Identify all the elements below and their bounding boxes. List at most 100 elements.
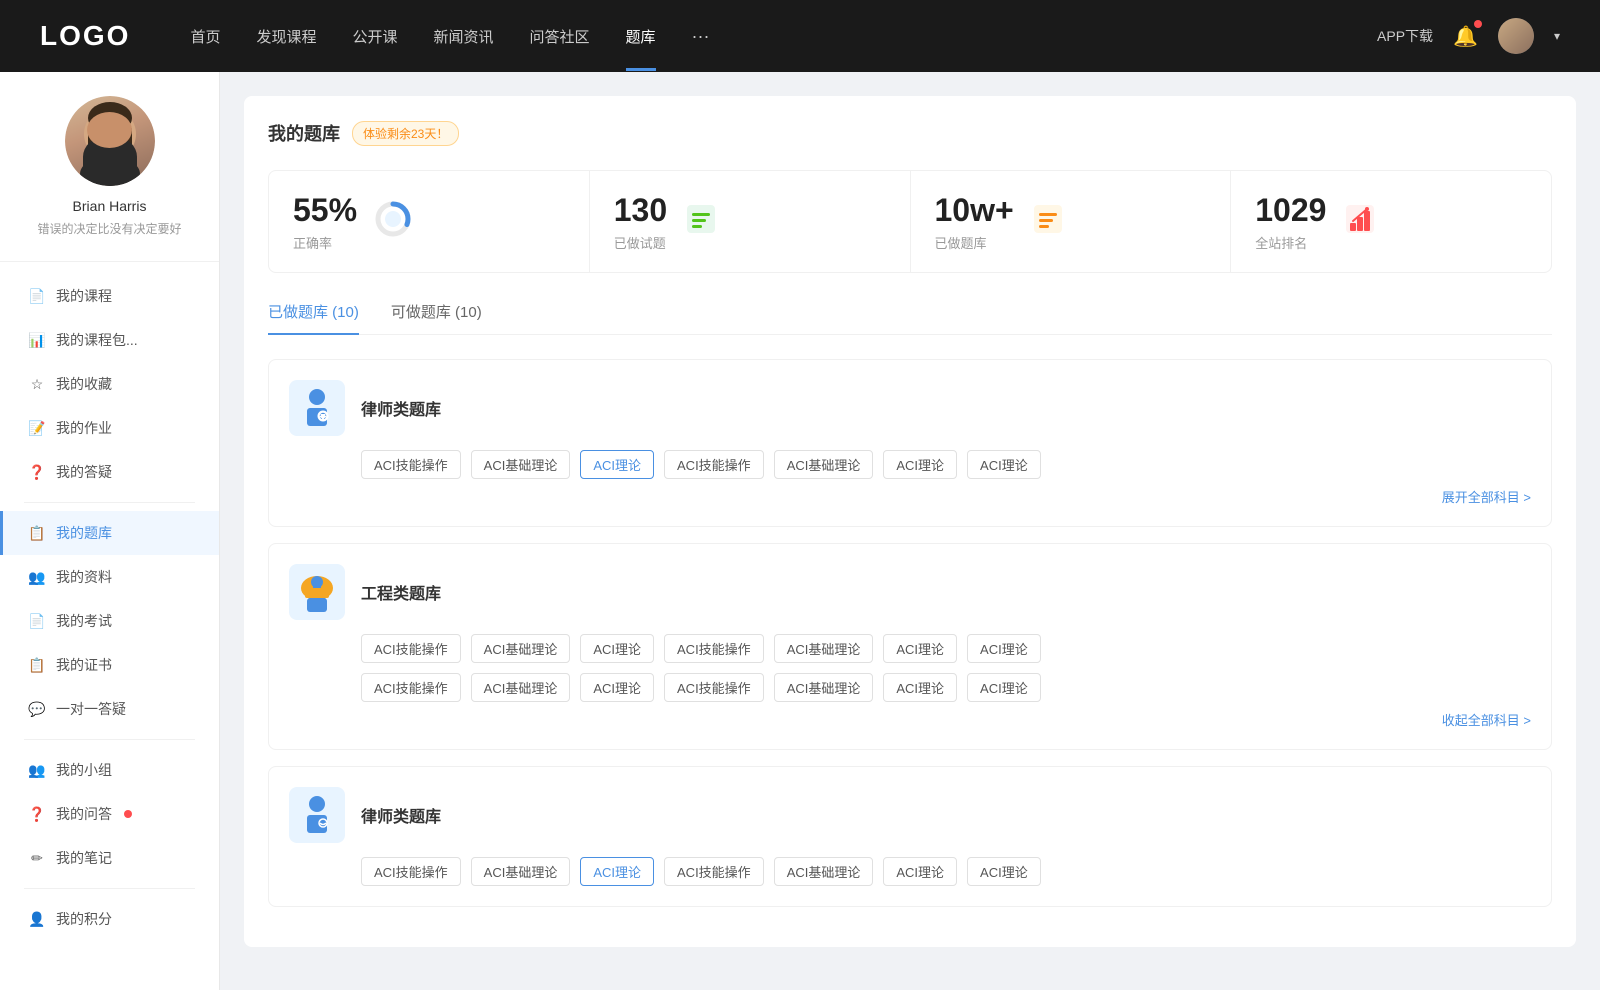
- eng-tag-1[interactable]: ACI基础理论: [471, 634, 571, 663]
- eng-tag-3[interactable]: ACI技能操作: [664, 634, 764, 663]
- bank-tag-5[interactable]: ACI理论: [883, 450, 957, 479]
- bank-expand-engineer[interactable]: 收起全部科目 >: [289, 710, 1531, 729]
- nav-more[interactable]: ···: [692, 26, 710, 47]
- eng-tag-12[interactable]: ACI理论: [883, 673, 957, 702]
- eng-tag-2[interactable]: ACI理论: [580, 634, 654, 663]
- nav-qa[interactable]: 问答社区: [530, 26, 590, 47]
- sidebar-item-exams[interactable]: 📄 我的考试: [0, 599, 219, 643]
- law2-tag-5[interactable]: ACI理论: [883, 857, 957, 886]
- law2-tag-0[interactable]: ACI技能操作: [361, 857, 461, 886]
- sidebar-item-my-courses[interactable]: 📄 我的课程: [0, 274, 219, 318]
- stat-rank-value: 1029: [1255, 191, 1326, 229]
- one-on-one-icon: 💬: [28, 701, 46, 718]
- user-menu-arrow[interactable]: ▾: [1554, 29, 1560, 43]
- notification-bell[interactable]: 🔔: [1453, 24, 1478, 49]
- nav-home[interactable]: 首页: [190, 26, 220, 47]
- sidebar-item-my-group[interactable]: 👥 我的小组: [0, 748, 219, 792]
- engineer-svg: [293, 568, 341, 616]
- sidebar-item-my-qa[interactable]: ❓ 我的问答: [0, 792, 219, 836]
- sidebar-label-my-qa: 我的问答: [56, 804, 112, 824]
- notes-icon: ✏: [28, 850, 46, 867]
- tab-available-banks[interactable]: 可做题库 (10): [391, 301, 482, 334]
- bank-tag-6[interactable]: ACI理论: [967, 450, 1041, 479]
- sidebar-item-profile[interactable]: 👥 我的资料: [0, 555, 219, 599]
- stat-banks-text: 10w+ 已做题库: [935, 191, 1014, 252]
- eng-tag-8[interactable]: ACI基础理论: [471, 673, 571, 702]
- accuracy-donut-icon: [373, 199, 413, 244]
- bank-tag-3[interactable]: ACI技能操作: [664, 450, 764, 479]
- sidebar-label-course-packages: 我的课程包...: [56, 330, 138, 350]
- stat-questions-done: 130 已做试题: [590, 171, 911, 272]
- eng-tag-5[interactable]: ACI理论: [883, 634, 957, 663]
- law2-tag-6[interactable]: ACI理论: [967, 857, 1041, 886]
- stat-rank-text: 1029 全站排名: [1255, 191, 1326, 252]
- eng-tag-4[interactable]: ACI基础理论: [774, 634, 874, 663]
- sidebar-item-course-packages[interactable]: 📊 我的课程包...: [0, 318, 219, 362]
- bank-tag-4[interactable]: ACI基础理论: [774, 450, 874, 479]
- stat-questions-label: 已做试题: [614, 233, 667, 252]
- bank-tags-engineer-row2: ACI技能操作 ACI基础理论 ACI理论 ACI技能操作 ACI基础理论 AC…: [289, 673, 1531, 702]
- profile-icon: 👥: [28, 569, 46, 586]
- bank-tags-lawyer-2: ACI技能操作 ACI基础理论 ACI理论 ACI技能操作 ACI基础理论 AC…: [289, 857, 1531, 886]
- stat-accuracy-text: 55% 正确率: [293, 191, 357, 252]
- nav-discover[interactable]: 发现课程: [256, 26, 316, 47]
- bank-section-header-2: 工程类题库: [289, 564, 1531, 620]
- sidebar-item-certificates[interactable]: 📋 我的证书: [0, 643, 219, 687]
- law2-tag-2[interactable]: ACI理论: [580, 857, 654, 886]
- sidebar-label-homework: 我的作业: [56, 418, 112, 438]
- bank-tag-2[interactable]: ACI理论: [580, 450, 654, 479]
- logo[interactable]: LOGO: [40, 20, 130, 52]
- sidebar-label-certificates: 我的证书: [56, 655, 112, 675]
- eng-tag-11[interactable]: ACI基础理论: [774, 673, 874, 702]
- sidebar-item-favorites[interactable]: ☆ 我的收藏: [0, 362, 219, 406]
- avatar-placeholder: [1498, 18, 1534, 54]
- stat-banks-value: 10w+: [935, 191, 1014, 229]
- bank-tags-lawyer-1: ACI技能操作 ACI基础理论 ACI理论 ACI技能操作 ACI基础理论 AC…: [289, 450, 1531, 479]
- law2-tag-3[interactable]: ACI技能操作: [664, 857, 764, 886]
- favorites-icon: ☆: [28, 376, 46, 393]
- sidebar-item-one-on-one[interactable]: 💬 一对一答疑: [0, 687, 219, 731]
- bank-section-engineer: 工程类题库 ACI技能操作 ACI基础理论 ACI理论 ACI技能操作 ACI基…: [268, 543, 1552, 750]
- homework-icon: 📝: [28, 420, 46, 437]
- stat-rank: 1029 全站排名: [1231, 171, 1551, 272]
- bank-section-lawyer-2: 律师类题库 ACI技能操作 ACI基础理论 ACI理论 ACI技能操作 ACI基…: [268, 766, 1552, 907]
- nav-question-bank[interactable]: 题库: [626, 26, 656, 47]
- user-avatar[interactable]: [1498, 18, 1534, 54]
- sidebar-label-question-bank: 我的题库: [56, 523, 112, 543]
- eng-tag-9[interactable]: ACI理论: [580, 673, 654, 702]
- sidebar-label-notes: 我的笔记: [56, 848, 112, 868]
- avatar-svg: [65, 96, 155, 186]
- main-content: 我的题库 体验剩余23天！ 55% 正确率: [220, 72, 1600, 990]
- nav-open-course[interactable]: 公开课: [352, 26, 397, 47]
- sidebar-item-answers[interactable]: ❓ 我的答疑: [0, 450, 219, 494]
- sidebar-item-question-bank[interactable]: 📋 我的题库: [0, 511, 219, 555]
- nav-news[interactable]: 新闻资讯: [434, 26, 494, 47]
- qa-notification-dot: [124, 810, 132, 818]
- main-nav: 首页 发现课程 公开课 新闻资讯 问答社区 题库 ···: [190, 26, 1377, 47]
- sidebar-item-notes[interactable]: ✏ 我的笔记: [0, 836, 219, 880]
- sidebar-menu: 📄 我的课程 📊 我的课程包... ☆ 我的收藏 📝 我的作业 ❓ 我的答疑 �: [0, 274, 219, 941]
- eng-tag-7[interactable]: ACI技能操作: [361, 673, 461, 702]
- bank-title-engineer: 工程类题库: [361, 580, 441, 604]
- eng-tag-10[interactable]: ACI技能操作: [664, 673, 764, 702]
- bell-icon: 🔔: [1453, 26, 1478, 48]
- eng-tag-0[interactable]: ACI技能操作: [361, 634, 461, 663]
- course-packages-icon: 📊: [28, 332, 46, 349]
- bank-expand-lawyer-1[interactable]: 展开全部科目 >: [289, 487, 1531, 506]
- law2-tag-4[interactable]: ACI基础理论: [774, 857, 874, 886]
- bank-tag-1[interactable]: ACI基础理论: [471, 450, 571, 479]
- stat-questions-text: 130 已做试题: [614, 191, 667, 252]
- law2-tag-1[interactable]: ACI基础理论: [471, 857, 571, 886]
- eng-tag-13[interactable]: ACI理论: [967, 673, 1041, 702]
- app-download-button[interactable]: APP下载: [1377, 26, 1433, 46]
- sidebar-item-points[interactable]: 👤 我的积分: [0, 897, 219, 941]
- trial-badge: 体验剩余23天！: [352, 121, 459, 146]
- eng-tag-6[interactable]: ACI理论: [967, 634, 1041, 663]
- bank-title-lawyer-2: 律师类题库: [361, 803, 441, 827]
- qa-icon: ❓: [28, 806, 46, 823]
- sidebar: Brian Harris 错误的决定比没有决定要好 📄 我的课程 📊 我的课程包…: [0, 72, 220, 990]
- bank-section-header-1: 律师类题库: [289, 380, 1531, 436]
- tab-done-banks[interactable]: 已做题库 (10): [268, 301, 359, 334]
- bank-tag-0[interactable]: ACI技能操作: [361, 450, 461, 479]
- sidebar-item-homework[interactable]: 📝 我的作业: [0, 406, 219, 450]
